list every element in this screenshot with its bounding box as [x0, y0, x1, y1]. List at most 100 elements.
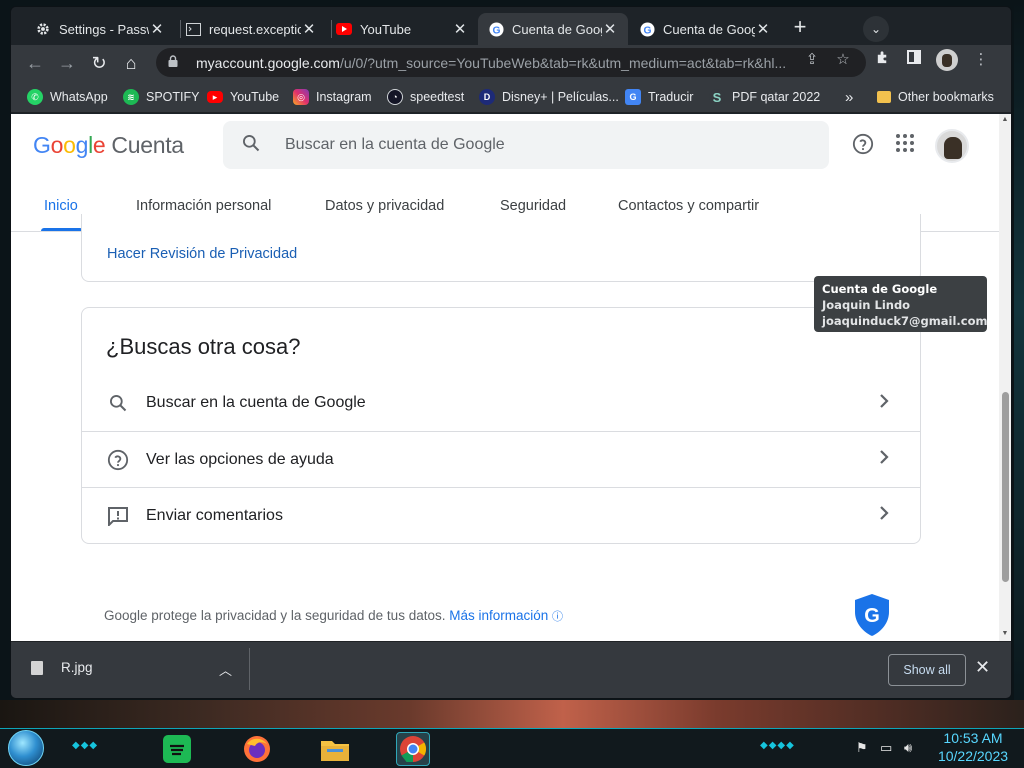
shield-icon: G: [855, 594, 889, 636]
tab-title: Cuenta de Goog: [663, 21, 755, 37]
bookmarks-bar: ✆ WhatsApp ≋ SPOTIFY ▸ YouTube ◎ Instagr…: [11, 80, 1011, 113]
bookmark-label: Instagram: [316, 90, 372, 104]
system-clock[interactable]: 10:53 AM 10/22/2023: [930, 729, 1016, 765]
apps-grid-icon[interactable]: [893, 133, 917, 157]
page-scrollbar[interactable]: ▲ ▼: [999, 114, 1011, 641]
bookmark-spotify[interactable]: ≋ SPOTIFY: [123, 87, 199, 107]
start-orb-icon[interactable]: [8, 730, 44, 766]
tab-strip: Settings - Passw ✕ request.exceptio ✕ Yo…: [11, 7, 1011, 45]
help-icon[interactable]: [851, 133, 875, 157]
search-icon: [106, 393, 130, 413]
product-name: Cuenta: [111, 132, 184, 158]
side-panel-icon[interactable]: [904, 50, 924, 70]
speedtest-icon: ◔: [387, 89, 403, 105]
bookmark-instagram[interactable]: ◎ Instagram: [293, 87, 372, 107]
help-small-icon[interactable]: ⓘ: [552, 611, 563, 623]
disney-icon: D: [479, 89, 495, 105]
more-info-link[interactable]: Más información: [449, 608, 548, 623]
tab-seguridad[interactable]: Seguridad: [500, 198, 566, 214]
scrollbar-thumb[interactable]: [1002, 392, 1009, 582]
chevron-right-icon: [872, 504, 896, 527]
translate-icon: G: [625, 89, 641, 105]
extensions-icon[interactable]: [872, 50, 892, 70]
chevron-up-icon[interactable]: ︿: [219, 660, 232, 679]
row-help-options[interactable]: Ver las opciones de ayuda: [82, 431, 920, 487]
network-icon[interactable]: ▭: [880, 740, 892, 756]
show-all-button[interactable]: Show all: [888, 654, 966, 686]
scroll-up-icon[interactable]: ▲: [1001, 116, 1009, 123]
new-tab-button[interactable]: +: [789, 16, 811, 39]
profile-avatar-icon[interactable]: [936, 49, 958, 71]
tooltip-title: Cuenta de Google: [822, 282, 938, 296]
account-header: Google Cuenta Buscar en la cuenta de Goog…: [11, 114, 999, 176]
bookmark-youtube[interactable]: ▸ YouTube: [207, 87, 279, 107]
spotify-icon: ≋: [123, 89, 139, 105]
account-search-field[interactable]: Buscar en la cuenta de Google: [223, 121, 829, 169]
download-filename: R.jpg: [61, 660, 93, 675]
tab-youtube[interactable]: YouTube ✕: [326, 13, 478, 45]
reload-icon[interactable]: ↻: [87, 51, 111, 75]
tab-contactos-compartir[interactable]: Contactos y compartir: [618, 198, 759, 214]
tab-cuenta-google-active[interactable]: G Cuenta de Googl ✕: [478, 13, 628, 45]
firefox-taskbar-icon[interactable]: [240, 732, 274, 766]
bookmark-traducir[interactable]: G Traducir: [625, 87, 693, 107]
downloads-bar: R.jpg ︿ Show all ✕: [11, 641, 1011, 698]
close-tab-icon[interactable]: ✕: [149, 20, 165, 38]
chrome-taskbar-icon[interactable]: [396, 732, 430, 766]
address-bar[interactable]: myaccount.google.com/u/0/?utm_source=You…: [156, 48, 866, 77]
bookmark-label: YouTube: [230, 90, 280, 104]
bookmarks-overflow-button[interactable]: »: [845, 87, 853, 107]
share-icon[interactable]: ⇪: [802, 50, 822, 70]
scroll-down-icon[interactable]: ▼: [1001, 630, 1009, 637]
bookmark-whatsapp[interactable]: ✆ WhatsApp: [27, 87, 108, 107]
tab-request-exception[interactable]: request.exceptio ✕: [175, 13, 327, 45]
tab-cuenta-google[interactable]: G Cuenta de Goog ✕: [629, 13, 781, 45]
svg-text:G: G: [864, 605, 880, 627]
row-send-feedback[interactable]: Enviar comentarios: [82, 487, 920, 543]
volume-icon[interactable]: 🔊︎: [904, 740, 912, 756]
bookmark-pdf-qatar[interactable]: S PDF qatar 2022: [709, 87, 820, 107]
privacy-checkup-link[interactable]: Hacer Revisión de Privacidad: [107, 246, 297, 262]
tab-search-chevron-icon[interactable]: ⌄: [863, 16, 889, 42]
bookmark-disney[interactable]: D Disney+ | Películas...: [479, 87, 619, 107]
search-icon: [241, 133, 265, 158]
account-avatar[interactable]: [935, 129, 969, 163]
feedback-icon: [106, 506, 130, 526]
bookmark-label: SPOTIFY: [146, 90, 200, 104]
chevron-right-icon: [872, 392, 896, 415]
action-center-flag-icon[interactable]: ⚑: [856, 740, 868, 756]
menu-kebab-icon[interactable]: ⋮: [971, 50, 991, 70]
close-tab-icon[interactable]: ✕: [452, 20, 468, 38]
bookmark-speedtest[interactable]: ◔ speedtest: [387, 87, 464, 107]
image-file-icon: [31, 660, 43, 675]
row-search-account[interactable]: Buscar en la cuenta de Google: [82, 375, 920, 431]
bookmark-label: Other bookmarks: [898, 90, 994, 104]
close-tab-icon[interactable]: ✕: [755, 20, 771, 38]
google-account-logo[interactable]: Google Cuenta: [33, 132, 184, 159]
close-downloads-icon[interactable]: ✕: [975, 657, 990, 678]
tab-title: Cuenta de Googl: [512, 21, 602, 37]
tooltip-email: joaquinduck7@gmail.com: [822, 314, 988, 328]
tab-informacion-personal[interactable]: Información personal: [136, 198, 271, 214]
browser-toolbar: ← → ↻ ⌂ myaccount.google.com/u/0/?utm_so…: [11, 45, 1011, 80]
chevron-right-icon: [872, 448, 896, 471]
pdf-icon: S: [709, 89, 725, 105]
download-item[interactable]: R.jpg: [31, 660, 93, 675]
back-icon[interactable]: ←: [23, 51, 47, 75]
close-tab-icon[interactable]: ✕: [301, 20, 317, 38]
close-tab-icon[interactable]: ✕: [602, 20, 618, 38]
taskbar-decoration: ◆◆◆◆: [760, 740, 795, 751]
other-bookmarks[interactable]: Other bookmarks: [877, 87, 994, 107]
google-wordmark: Google: [33, 132, 106, 158]
clock-time: 10:53 AM: [943, 730, 1003, 746]
tab-datos-privacidad[interactable]: Datos y privacidad: [325, 198, 444, 214]
tab-inicio[interactable]: Inicio: [44, 198, 78, 214]
tab-title: Settings - Passw: [59, 21, 149, 37]
file-explorer-taskbar-icon[interactable]: [318, 732, 352, 766]
spotify-taskbar-icon[interactable]: [160, 732, 194, 766]
taskbar-decoration: ◆◆◆: [72, 740, 99, 751]
tab-settings[interactable]: Settings - Passw ✕: [25, 13, 175, 45]
home-icon[interactable]: ⌂: [119, 51, 143, 75]
bookmark-star-icon[interactable]: ☆: [833, 50, 853, 70]
forward-icon[interactable]: →: [55, 51, 79, 75]
